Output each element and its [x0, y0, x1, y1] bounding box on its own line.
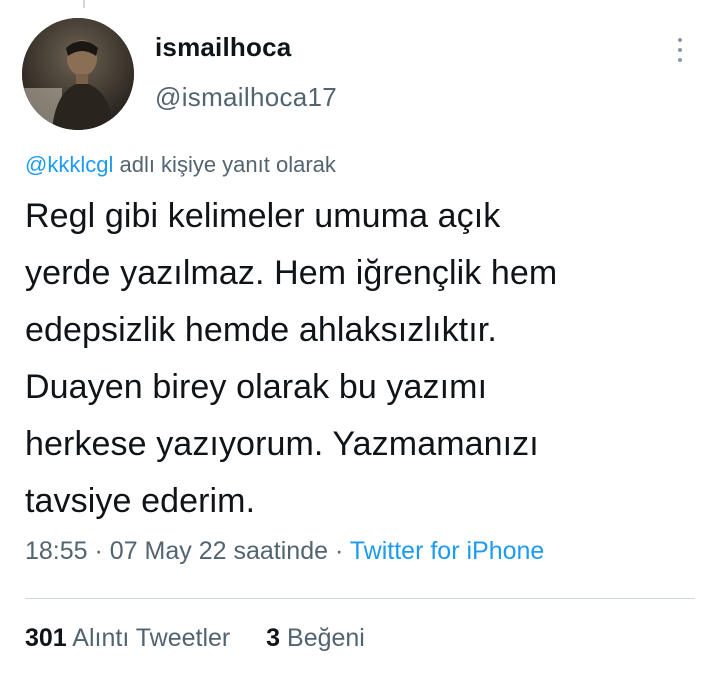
tweet-time[interactable]: 18:55: [25, 537, 88, 565]
tweet-source-link[interactable]: Twitter for iPhone: [350, 537, 545, 565]
tweet-text-line: yerde yazılmaz. Hem iğrençlik hem: [25, 254, 558, 292]
avatar-photo-icon: [22, 18, 134, 130]
more-dot: [678, 48, 682, 52]
reply-mention-link[interactable]: @kkklcgl: [25, 152, 113, 177]
tweet-text-line: Regl gibi kelimeler umuma açık: [25, 197, 501, 235]
tweet-text-line: Duayen birey olarak bu yazımı: [25, 368, 488, 406]
quote-tweets-label: Alıntı Tweetler: [72, 624, 231, 652]
reply-context-label: adlı kişiye yanıt olarak: [119, 152, 336, 177]
tweet-text-line: herkese yazıyorum. Yazmamanızı: [25, 425, 539, 463]
quote-tweets-count: 301: [25, 624, 67, 652]
tweet-stats: 301 Alıntı Tweetler 3 Beğeni: [25, 624, 365, 653]
likes-count: 3: [266, 624, 281, 652]
tweet-metadata: 18:55 · 07 May 22 saatinde · Twitter for…: [25, 537, 544, 566]
quote-tweets-stat[interactable]: 301 Alıntı Tweetler: [25, 624, 237, 652]
more-options-icon[interactable]: [668, 30, 692, 70]
tweet-text: Regl gibi kelimeler umuma açık yerde yaz…: [25, 188, 700, 530]
more-dot: [678, 38, 682, 42]
author-handle[interactable]: @ismailhoca17: [155, 82, 337, 113]
stats-divider: [25, 598, 695, 599]
tweet-text-line: edepsizlik hemde ahlaksızlıktır.: [25, 311, 497, 349]
likes-label: Beğeni: [287, 624, 365, 652]
thread-connector-line: [83, 0, 85, 8]
avatar[interactable]: [22, 18, 134, 130]
tweet-date[interactable]: 07 May 22 saatinde: [110, 537, 328, 565]
likes-stat[interactable]: 3 Beğeni: [266, 624, 365, 652]
meta-separator: ·: [94, 537, 103, 565]
author-display-name[interactable]: ismailhoca: [155, 32, 291, 63]
reply-context: @kkklcgl adlı kişiye yanıt olarak: [25, 152, 336, 178]
tweet-text-line: tavsiye ederim.: [25, 482, 256, 520]
more-dot: [678, 58, 682, 62]
meta-separator: ·: [334, 537, 344, 565]
